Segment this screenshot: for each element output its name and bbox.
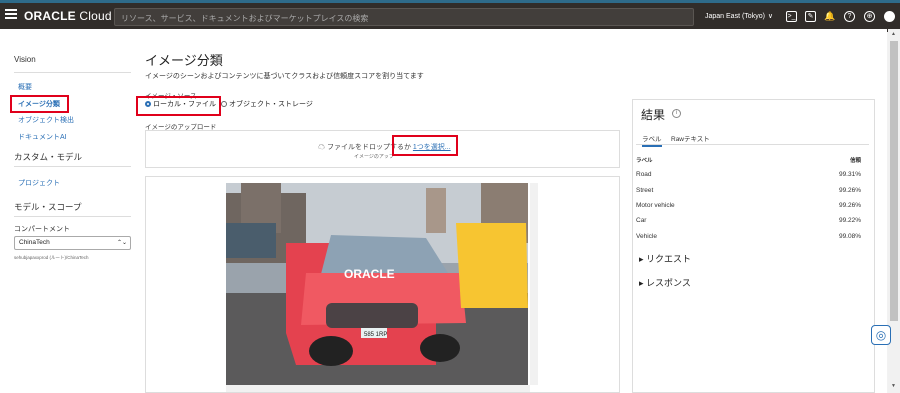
edit-icon[interactable]: ✎ <box>805 11 816 22</box>
cloud-shell-icon[interactable]: >_ <box>786 11 797 22</box>
results-table-header: ラベル 信頼 <box>636 156 861 164</box>
results-tabs: ラベル Rawテキスト <box>636 131 869 147</box>
compartment-select[interactable]: ChinaTech ⌃⌄ <box>14 236 131 250</box>
divider <box>14 216 131 217</box>
sidebar: Vision 概要 イメージ分類 オブジェクト検出 ドキュメントAI カスタム・… <box>0 29 145 393</box>
compartment-label: コンパートメント <box>14 226 70 233</box>
highlight-local-file <box>136 96 221 116</box>
uploaded-image: ORACLE 585 1RP <box>226 183 528 385</box>
column-confidence: 信頼 <box>849 158 861 164</box>
results-panel: 結果 i ラベル Rawテキスト ラベル 信頼 Road 99.31% Stree… <box>632 99 875 393</box>
response-expander[interactable]: ▸ レスポンス <box>639 276 691 289</box>
table-row: Road 99.31% <box>636 171 861 178</box>
table-row: Street 99.26% <box>636 187 861 194</box>
table-row: Car 99.22% <box>636 217 861 224</box>
image-preview: ORACLE 585 1RP <box>145 176 620 393</box>
compartment-value: ChinaTech <box>19 239 50 246</box>
column-label: ラベル <box>636 158 653 164</box>
table-row: Motor vehicle 99.26% <box>636 202 861 209</box>
request-expander[interactable]: ▸ リクエスト <box>639 252 691 265</box>
model-scope-heading: モデル・スコープ <box>14 202 82 212</box>
sidebar-item-projects[interactable]: プロジェクト <box>18 178 60 188</box>
license-plate-text: 585 1RP <box>364 332 387 338</box>
divider <box>14 166 131 167</box>
car-logo-text: ORACLE <box>344 267 395 281</box>
region-selector[interactable]: Japan East (Tokyo) ∨ <box>705 12 773 20</box>
tab-raw-text[interactable]: Rawテキスト <box>671 133 710 143</box>
sidebar-item-document-ai[interactable]: ドキュメントAI <box>18 132 67 142</box>
highlight-image-classification <box>10 95 69 113</box>
oracle-cloud-logo[interactable]: ORACLE Cloud <box>24 9 112 23</box>
sidebar-item-object-detection[interactable]: オブジェクト検出 <box>18 115 74 125</box>
radio-unselected-icon <box>221 101 227 108</box>
hamburger-menu-icon[interactable] <box>5 9 17 19</box>
highlight-select-file <box>392 135 458 156</box>
scroll-down-icon[interactable]: ▼ <box>891 383 896 389</box>
upload-subtext: イメージのアップ <box>354 154 394 160</box>
radio-object-storage[interactable]: オブジェクト・ストレージ <box>221 99 313 109</box>
help-icon[interactable]: ? <box>844 11 855 22</box>
preview-horizontal-scrollbar[interactable] <box>226 385 530 392</box>
divider <box>14 72 131 73</box>
lifebuoy-help-icon[interactable]: ◎ <box>871 325 891 345</box>
scrollbar-thumb[interactable] <box>890 41 898 321</box>
results-title: 結果 <box>641 108 666 122</box>
cloud-upload-icon: ☁ <box>318 144 325 151</box>
search-input[interactable]: リソース、サービス、ドキュメントおよびマーケットプレイスの検索 <box>114 8 694 26</box>
sidebar-title: Vision <box>14 55 36 64</box>
table-row: Vehicle 99.08% <box>636 233 861 240</box>
page-description: イメージのシーンおよびコンテンツに基づいてクラスおよび信頼度スコアを割り当てます <box>145 73 424 80</box>
main-content: イメージ分類 イメージのシーンおよびコンテンツに基づいてクラスおよび信頼度スコア… <box>145 29 887 393</box>
compartment-path: sehubjapaxxprod (ルート)/ChinaTech <box>14 255 89 260</box>
info-icon[interactable]: i <box>672 109 681 118</box>
upload-dropzone[interactable]: ☁ ファイルをドロップするか 1つを選択... イメージのアップ <box>145 130 620 168</box>
chevron-down-icon: ∨ <box>767 13 774 20</box>
user-icon[interactable] <box>884 11 895 22</box>
top-bar: ORACLE Cloud リソース、サービス、ドキュメントおよびマーケットプレイ… <box>0 0 900 32</box>
caret-right-icon: ▸ <box>639 254 644 264</box>
sidebar-item-overview[interactable]: 概要 <box>18 82 32 92</box>
caret-right-icon: ▸ <box>639 278 644 288</box>
select-arrows-icon: ⌃⌄ <box>116 240 127 246</box>
scroll-up-icon[interactable]: ▲ <box>891 31 896 37</box>
globe-icon[interactable]: ⊕ <box>864 11 875 22</box>
tab-labels[interactable]: ラベル <box>642 133 662 147</box>
page-title: イメージ分類 <box>145 53 223 68</box>
custom-models-heading: カスタム・モデル <box>14 152 83 162</box>
page-content: Vision 概要 イメージ分類 オブジェクト検出 ドキュメントAI カスタム・… <box>0 29 887 393</box>
preview-vertical-scrollbar[interactable] <box>530 183 538 385</box>
bell-icon[interactable]: 🔔 <box>824 11 835 22</box>
